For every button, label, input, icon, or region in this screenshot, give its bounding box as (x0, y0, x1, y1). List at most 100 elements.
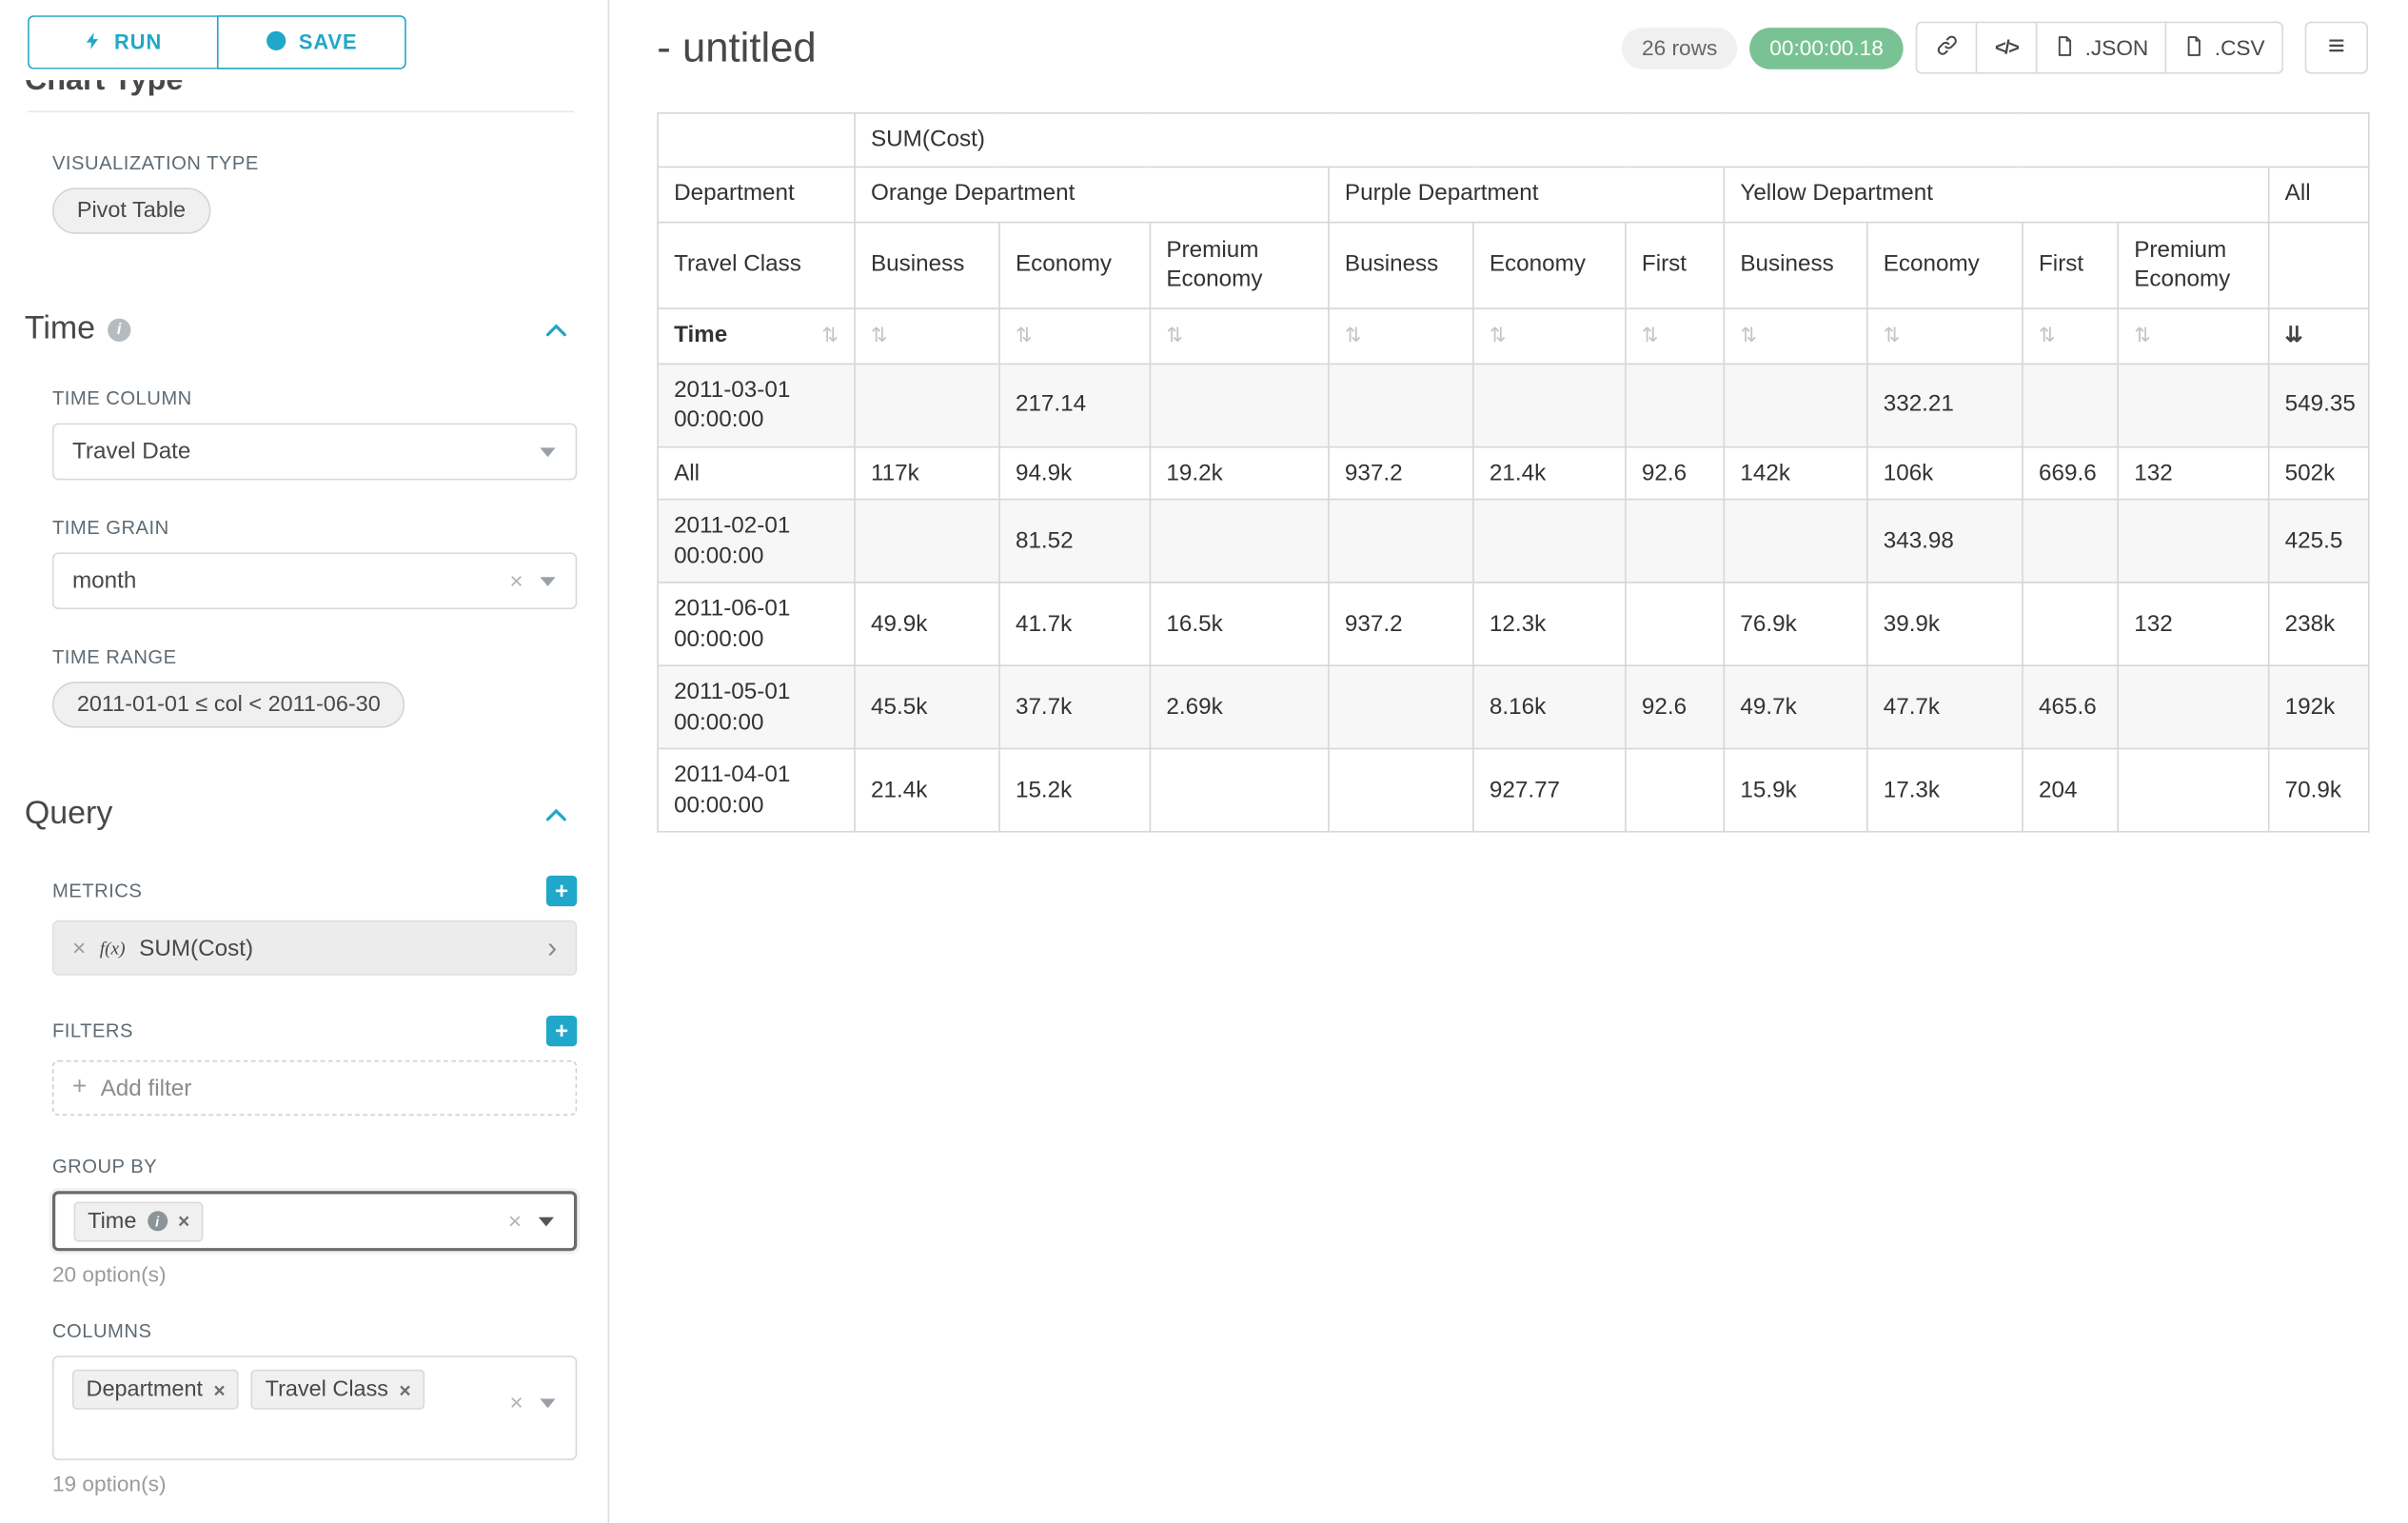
pivot-cell: 937.2 (1329, 446, 1473, 500)
pivot-cell (855, 500, 999, 583)
sort-icon[interactable]: ⇅ (2039, 324, 2056, 346)
share-link-button[interactable] (1916, 22, 1978, 74)
pivot-cell: 204 (2023, 748, 2118, 831)
department-group-header: Yellow Department (1724, 167, 2268, 222)
sort-icon[interactable]: ⇅ (1345, 324, 1362, 346)
time-column-select[interactable]: Travel Date (52, 424, 577, 481)
pivot-cell: 502k (2269, 446, 2369, 500)
circle-plus-icon (265, 29, 287, 56)
department-group-header: Orange Department (855, 167, 1329, 222)
column-sort-header[interactable]: ⇅ (1867, 307, 2023, 363)
sort-descending-icon[interactable]: ⇊ (2285, 322, 2303, 346)
chevron-down-icon[interactable] (540, 576, 555, 585)
sort-icon[interactable]: ⇅ (1740, 324, 1757, 346)
pivot-cell (1626, 500, 1724, 583)
sort-row: Time ⇅ ⇅ ⇅ ⇅ ⇅ ⇅ ⇅ ⇅ ⇅ ⇅ ⇅ ⇊ (658, 307, 2369, 363)
pivot-cell (2023, 364, 2118, 446)
pivot-cell: 465.6 (2023, 665, 2118, 748)
remove-tag-icon[interactable]: × (178, 1211, 189, 1231)
chevron-down-icon[interactable] (539, 1216, 554, 1226)
clear-icon[interactable]: × (509, 569, 523, 592)
export-json-label: .JSON (2085, 35, 2149, 60)
chevron-up-icon[interactable] (544, 805, 567, 822)
table-row: 2011-03-01 00:00:00 217.14 332.21 549.35 (658, 364, 2369, 446)
pivot-cell: 76.9k (1724, 583, 1866, 665)
row-label: 2011-02-01 00:00:00 (658, 500, 855, 583)
column-sort-header[interactable]: ⇅ (2023, 307, 2118, 363)
save-button[interactable]: SAVE (216, 15, 406, 69)
tag-label: Time (88, 1209, 136, 1234)
group-by-tag-time[interactable]: Time i × (74, 1201, 204, 1241)
sort-icon[interactable]: ⇅ (821, 323, 839, 348)
remove-tag-icon[interactable]: × (213, 1379, 225, 1399)
metric-header-cell: SUM(Cost) (855, 113, 2369, 167)
table-row: 2011-06-01 00:00:00 49.9k 41.7k 16.5k 93… (658, 583, 2369, 665)
pivot-cell (2023, 500, 2118, 583)
group-by-options-hint: 20 option(s) (52, 1262, 577, 1287)
row-dim-header: Department (658, 167, 855, 222)
pivot-cell: 21.4k (855, 748, 999, 831)
class-header: First (2023, 222, 2118, 308)
column-sort-header[interactable]: ⇅ (1150, 307, 1329, 363)
columns-select[interactable]: Department × Travel Class × × (52, 1355, 577, 1460)
export-csv-button[interactable]: .CSV (2165, 22, 2283, 74)
table-row: 2011-02-01 00:00:00 81.52 343.98 425.5 (658, 500, 2369, 583)
add-filter-button[interactable]: + Add filter (52, 1060, 577, 1116)
file-icon (2054, 34, 2076, 60)
add-metric-button[interactable]: + (546, 876, 577, 906)
chevron-up-icon[interactable] (544, 321, 567, 338)
pivot-cell: 16.5k (1150, 583, 1329, 665)
chevron-down-icon[interactable] (540, 447, 555, 457)
view-query-button[interactable]: </> (1976, 22, 2038, 74)
column-sort-header[interactable]: ⇅ (1329, 307, 1473, 363)
columns-tag-department[interactable]: Department × (72, 1370, 239, 1410)
group-by-select[interactable]: Time i × × (52, 1191, 577, 1251)
pivot-cell (1473, 364, 1626, 446)
chart-type-heading-clipped: Chart Type (25, 80, 577, 106)
sort-icon[interactable]: ⇅ (1166, 324, 1183, 346)
clear-icon[interactable]: × (509, 1392, 523, 1414)
column-sort-header[interactable]: ⇅ (2118, 307, 2268, 363)
column-sort-header[interactable]: ⇅ (855, 307, 999, 363)
time-section-title: Time (25, 311, 95, 348)
metric-chip[interactable]: × f(x) SUM(Cost) › (52, 920, 577, 976)
code-icon: </> (1995, 37, 2018, 59)
export-json-button[interactable]: .JSON (2036, 22, 2167, 74)
sort-icon[interactable]: ⇅ (1490, 324, 1507, 346)
column-sort-header[interactable]: ⇅ (1724, 307, 1866, 363)
time-range-pill[interactable]: 2011-01-01 ≤ col < 2011-06-30 (52, 682, 405, 727)
column-sort-header[interactable]: ⇅ (1626, 307, 1724, 363)
visualization-type-pill[interactable]: Pivot Table (52, 188, 210, 233)
query-section-title: Query (25, 796, 112, 833)
time-grain-select[interactable]: month × (52, 552, 577, 609)
remove-tag-icon[interactable]: × (399, 1379, 410, 1399)
more-menu-button[interactable]: ≡ (2305, 22, 2368, 74)
column-sort-header-active[interactable]: ⇊ (2269, 307, 2369, 363)
column-sort-header[interactable]: ⇅ (999, 307, 1150, 363)
add-filter-plus-button[interactable]: + (546, 1016, 577, 1046)
save-label: SAVE (299, 30, 358, 53)
chevron-down-icon[interactable] (540, 1398, 555, 1408)
column-sort-header[interactable]: ⇅ (1473, 307, 1626, 363)
pivot-cell: 425.5 (2269, 500, 2369, 583)
clear-icon[interactable]: × (508, 1210, 522, 1233)
pivot-cell (1150, 748, 1329, 831)
remove-metric-icon[interactable]: × (72, 937, 86, 959)
time-sort-header[interactable]: Time ⇅ (658, 307, 855, 363)
sort-icon[interactable]: ⇅ (1884, 324, 1901, 346)
columns-tag-travel-class[interactable]: Travel Class × (251, 1370, 424, 1410)
sort-icon[interactable]: ⇅ (871, 324, 888, 346)
pivot-cell: 132 (2118, 446, 2268, 500)
row-count-badge: 26 rows (1622, 27, 1737, 69)
class-header: Economy (999, 222, 1150, 308)
chart-header: - untitled 26 rows 00:00:00.18 </> (657, 22, 2368, 74)
pivot-cell: 937.2 (1329, 583, 1473, 665)
chevron-right-icon[interactable]: › (547, 933, 557, 962)
pivot-cell (855, 364, 999, 446)
sort-icon[interactable]: ⇅ (1016, 324, 1033, 346)
sort-icon[interactable]: ⇅ (1642, 324, 1659, 346)
table-row: 2011-05-01 00:00:00 45.5k 37.7k 2.69k 8.… (658, 665, 2369, 748)
pivot-cell (2118, 364, 2268, 446)
sort-icon[interactable]: ⇅ (2134, 324, 2151, 346)
run-button[interactable]: RUN (28, 15, 216, 69)
